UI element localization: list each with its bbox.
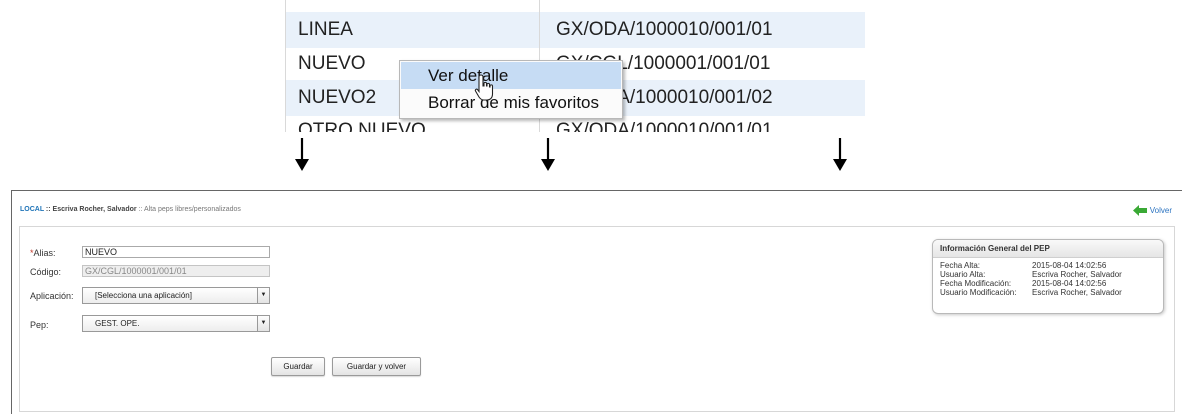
guardar-y-volver-button[interactable]: Guardar y volver [332,357,421,376]
info-label: Usuario Modificación: [940,288,1017,297]
info-label: Usuario Alta: [940,270,986,279]
info-value: 2015-08-04 14:02:56 [1032,261,1107,270]
codigo-label: Código: [30,267,62,277]
info-row: Usuario Alta: Escriva Rocher, Salvador [940,270,1163,279]
breadcrumb-separator: :: [43,206,53,213]
row-alias: NUEVO [298,53,366,74]
aplicacion-label: Aplicación: [30,291,74,301]
breadcrumb-user: Escriva Rocher, Salvador [52,206,137,213]
aplicacion-selected-value: [Selecciona una aplicación] [95,291,192,300]
hand-pointer-icon [474,74,494,101]
row-alias: NUEVO2 [298,87,377,108]
breadcrumb-env[interactable]: LOCAL [20,206,44,213]
guardar-button[interactable]: Guardar [271,357,325,376]
pep-selected-value: GEST. OPE. [95,319,140,328]
info-value: 2015-08-04 14:02:56 [1032,279,1107,288]
row-codigo: GX/ODA/1000010/001/01 [556,19,773,40]
menu-item-ver-detalle[interactable]: Ver detalle [401,62,621,89]
breadcrumb: LOCAL :: Escriva Rocher, Salvador :: Alt… [20,206,241,213]
info-value: Escriva Rocher, Salvador [1032,270,1122,279]
dropdown-arrow-icon[interactable]: ▼ [257,288,269,303]
pep-select[interactable]: GEST. OPE. ▼ [82,315,270,332]
info-label: Fecha Alta: [940,261,981,270]
info-value: Escriva Rocher, Salvador [1032,288,1122,297]
info-row: Usuario Modificación: Escriva Rocher, Sa… [940,288,1163,297]
info-row: Fecha Modificación: 2015-08-04 14:02:56 [940,279,1163,288]
menu-item-borrar-favoritos[interactable]: Borrar de mis favoritos [401,89,621,116]
dropdown-arrow-icon[interactable]: ▼ [257,316,269,331]
pep-label: Pep: [30,320,49,330]
table-row[interactable]: LINEA GX/ODA/1000010/001/01 [286,12,865,48]
alias-label: *Alias: [30,248,56,258]
codigo-field [82,265,270,277]
pep-info-box: Información General del PEP Fecha Alta: … [932,239,1164,314]
volver-link[interactable]: Volver [1132,205,1172,216]
back-arrow-icon [1132,205,1147,216]
volver-label: Volver [1149,206,1172,215]
arrow-down-icon [295,138,309,171]
aplicacion-select[interactable]: [Selecciona una aplicación] ▼ [82,287,270,304]
info-box-title: Información General del PEP [933,240,1163,258]
alias-label-text: Alias: [33,248,56,258]
alias-input[interactable] [82,246,270,258]
breadcrumb-page: Alta peps libres/personalizados [144,206,241,213]
breadcrumb-separator: :: [136,206,144,213]
info-label: Fecha Modificación: [940,279,1012,288]
row-codigo: GX/ODA/1000010/001/01 [556,120,773,132]
context-menu: Ver detalle Borrar de mis favoritos [399,60,623,119]
form-panel: *Alias: Código: Aplicación: [Selecciona … [19,226,1175,412]
info-row: Fecha Alta: 2015-08-04 14:02:56 [940,261,1163,270]
arrow-down-icon [541,138,555,171]
arrow-down-icon [833,138,847,171]
row-alias: LINEA [298,19,353,40]
row-alias: OTRO NUEVO [298,120,426,132]
detail-page: LOCAL :: Escriva Rocher, Salvador :: Alt… [11,190,1182,414]
